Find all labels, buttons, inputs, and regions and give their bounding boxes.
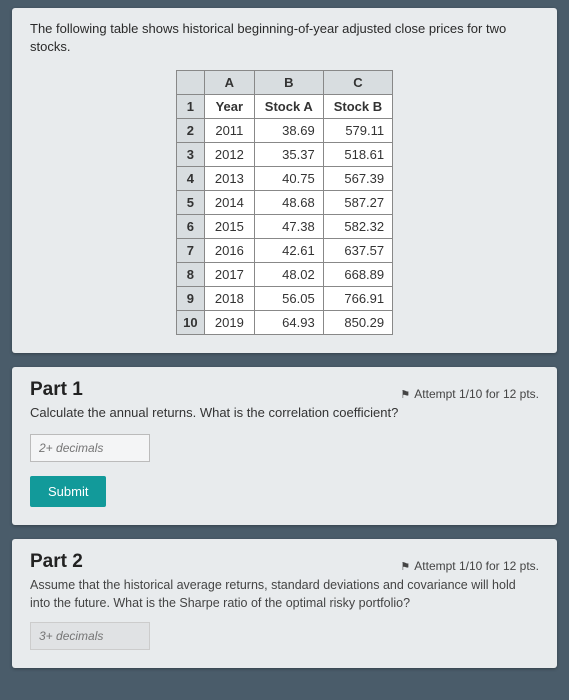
part1-attempt-text: Attempt 1/10 for 12 pts. [414,387,539,401]
prices-table: A B C 1 Year Stock A Stock B 2 2011 38.6… [176,70,393,335]
col-head-c: C [323,71,392,95]
col-head-b: B [254,71,323,95]
flag-icon: ⚑ [400,388,410,401]
part2-card: Part 2 ⚑ Attempt 1/10 for 12 pts. Assume… [12,539,557,668]
col-head-a: A [204,71,254,95]
part2-attempt-text: Attempt 1/10 for 12 pts. [414,559,539,573]
table-row: 1 Year Stock A Stock B [176,95,392,119]
table-row: 7 2016 42.61 637.57 [176,239,392,263]
flag-icon: ⚑ [400,560,410,573]
part2-header: Part 2 ⚑ Attempt 1/10 for 12 pts. [30,551,539,573]
part1-desc: Calculate the annual returns. What is th… [30,405,539,420]
part2-title: Part 2 [30,551,83,573]
table-wrap: A B C 1 Year Stock A Stock B 2 2011 38.6… [30,70,539,335]
submit-button[interactable]: Submit [30,476,106,507]
table-row: 3 2012 35.37 518.61 [176,143,392,167]
table-row: 6 2015 47.38 582.32 [176,215,392,239]
table-row: 2 2011 38.69 579.11 [176,119,392,143]
part2-attempt: ⚑ Attempt 1/10 for 12 pts. [400,559,539,573]
table-row: 5 2014 48.68 587.27 [176,191,392,215]
part2-answer-input[interactable] [30,622,150,650]
part1-answer-input[interactable] [30,434,150,462]
part1-title: Part 1 [30,379,83,401]
corner-cell [176,71,204,95]
part2-desc: Assume that the historical average retur… [30,577,539,612]
intro-card: The following table shows historical beg… [12,8,557,353]
intro-text: The following table shows historical beg… [30,20,539,56]
table-row: 9 2018 56.05 766.91 [176,287,392,311]
table-row: 4 2013 40.75 567.39 [176,167,392,191]
part1-card: Part 1 ⚑ Attempt 1/10 for 12 pts. Calcul… [12,367,557,525]
part1-attempt: ⚑ Attempt 1/10 for 12 pts. [400,387,539,401]
table-row: 10 2019 64.93 850.29 [176,311,392,335]
part1-header: Part 1 ⚑ Attempt 1/10 for 12 pts. [30,379,539,401]
table-row: 8 2017 48.02 668.89 [176,263,392,287]
